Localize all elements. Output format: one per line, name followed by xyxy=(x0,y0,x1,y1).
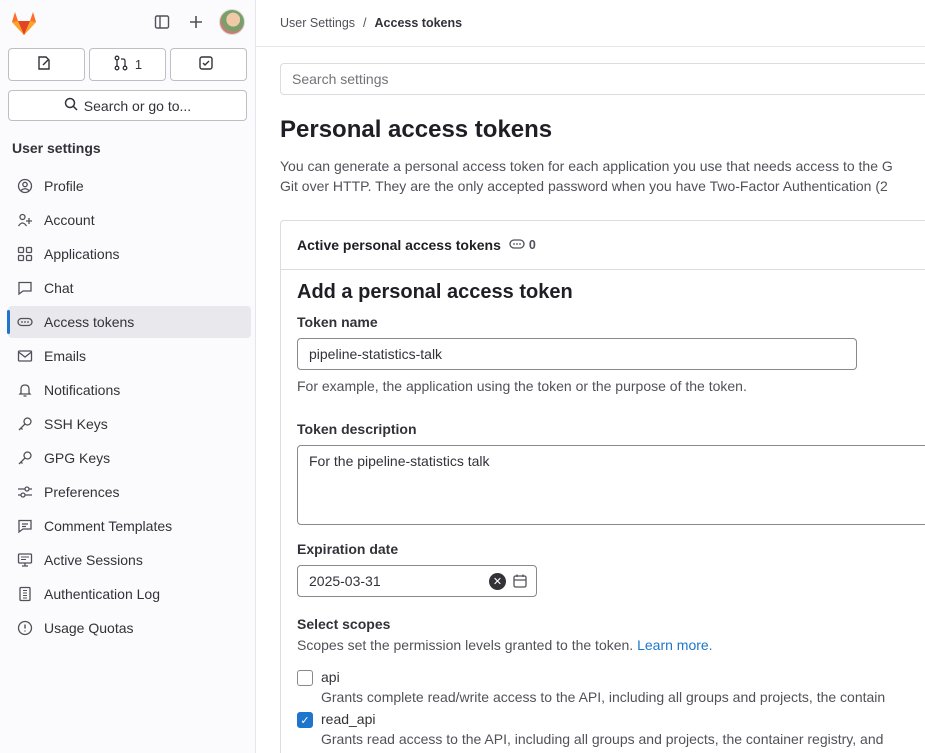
sidebar-item-access-tokens[interactable]: Access tokens xyxy=(7,306,251,338)
scope-read-api-checkbox[interactable]: ✓ xyxy=(297,712,313,728)
issues-icon xyxy=(36,55,52,74)
learn-more-link[interactable]: Learn more. xyxy=(637,637,712,653)
token-name-input[interactable]: pipeline-statistics-talk xyxy=(297,338,857,370)
sidebar-item-emails[interactable]: Emails xyxy=(8,340,251,372)
page-description: You can generate a personal access token… xyxy=(280,158,893,194)
sidebar-item-label: Profile xyxy=(44,178,84,194)
merge-requests-button[interactable]: 1 xyxy=(89,48,166,81)
search-label: Search or go to... xyxy=(83,97,192,114)
scope-name: api xyxy=(321,669,340,685)
sidebar-item-preferences[interactable]: Preferences xyxy=(8,476,251,508)
header-divider xyxy=(256,46,925,47)
chat-icon xyxy=(16,279,34,297)
token-name-help: For example, the application using the t… xyxy=(297,378,747,394)
scope-api[interactable]: api xyxy=(297,669,925,686)
search-icon xyxy=(64,97,78,114)
gitlab-logo-icon[interactable] xyxy=(10,10,38,36)
token-description-label: Token description xyxy=(297,421,417,437)
search-or-go-button[interactable]: Search or go to... xyxy=(8,90,247,121)
scopes-help: Scopes set the permission levels granted… xyxy=(297,637,713,653)
token-count-badge: 0 xyxy=(509,238,536,253)
sidebar-topbar xyxy=(8,8,247,38)
main-content: User Settings / Access tokens Search set… xyxy=(256,0,925,753)
scope-name: read_api xyxy=(321,711,376,727)
sidebar-item-label: Authentication Log xyxy=(44,586,160,602)
sidebar: 1 Search or go to... User settings Profi… xyxy=(0,0,256,753)
expiration-date-input[interactable]: 2025-03-31 ✕ xyxy=(297,565,537,597)
merge-request-icon xyxy=(113,55,129,74)
sidebar-item-gpg-keys[interactable]: GPG Keys xyxy=(8,442,251,474)
account-icon xyxy=(16,211,34,229)
quick-actions: 1 xyxy=(8,48,247,81)
expiration-date-value: 2025-03-31 xyxy=(309,573,381,589)
applications-icon xyxy=(16,245,34,263)
page-title: Personal access tokens xyxy=(280,116,553,143)
tokens-card: Active personal access tokens 0 Add a pe… xyxy=(280,220,925,753)
token-count: 0 xyxy=(528,238,536,252)
sidebar-item-profile[interactable]: Profile xyxy=(8,170,251,202)
scope-description: Grants read access to the API, including… xyxy=(321,731,884,747)
issues-button[interactable] xyxy=(8,48,85,81)
breadcrumb-separator: / xyxy=(363,16,367,30)
sidebar-toggle-icon[interactable] xyxy=(151,9,173,35)
avatar[interactable] xyxy=(219,9,245,35)
token-description-textarea[interactable]: For the pipeline-statistics talk xyxy=(297,445,925,525)
form-heading: Add a personal access token xyxy=(297,281,573,303)
breadcrumb: User Settings / Access tokens xyxy=(280,16,462,30)
sidebar-item-label: Usage Quotas xyxy=(44,620,134,636)
sidebar-item-chat[interactable]: Chat xyxy=(8,272,251,304)
quota-icon xyxy=(16,619,34,637)
plus-icon[interactable] xyxy=(185,9,207,35)
key-icon xyxy=(16,449,34,467)
merge-request-count: 1 xyxy=(134,57,143,72)
sidebar-nav: Profile Account Applications Chat Access… xyxy=(7,170,251,646)
bell-icon xyxy=(16,381,34,399)
sidebar-item-label: Chat xyxy=(44,280,74,296)
expiration-date-label: Expiration date xyxy=(297,541,399,557)
card-header: Active personal access tokens 0 xyxy=(281,221,925,270)
scope-read-api[interactable]: ✓ read_api xyxy=(297,711,925,728)
sidebar-item-label: Applications xyxy=(44,246,120,262)
card-title: Active personal access tokens xyxy=(297,237,501,253)
sidebar-item-comment-templates[interactable]: Comment Templates xyxy=(8,510,251,542)
select-scopes-label: Select scopes xyxy=(297,616,391,632)
key-icon xyxy=(16,415,34,433)
sidebar-item-label: GPG Keys xyxy=(44,450,111,466)
token-name-label: Token name xyxy=(297,314,378,330)
sidebar-item-authentication-log[interactable]: Authentication Log xyxy=(8,578,251,610)
sidebar-item-label: Account xyxy=(44,212,95,228)
sidebar-item-account[interactable]: Account xyxy=(8,204,251,236)
breadcrumb-current[interactable]: Access tokens xyxy=(375,16,463,30)
sidebar-item-usage-quotas[interactable]: Usage Quotas xyxy=(8,612,251,644)
search-settings-input[interactable]: Search settings xyxy=(280,63,925,95)
comment-icon xyxy=(16,517,34,535)
sidebar-item-label: Notifications xyxy=(44,382,121,398)
calendar-icon[interactable] xyxy=(512,573,528,589)
sidebar-item-notifications[interactable]: Notifications xyxy=(8,374,251,406)
log-icon xyxy=(16,585,34,603)
sidebar-item-label: Access tokens xyxy=(44,314,135,330)
token-icon xyxy=(16,313,34,331)
sidebar-item-label: Preferences xyxy=(44,484,120,500)
sidebar-item-applications[interactable]: Applications xyxy=(8,238,251,270)
sidebar-item-label: Emails xyxy=(44,348,87,364)
profile-icon xyxy=(16,177,34,195)
token-icon xyxy=(509,238,525,253)
monitor-icon xyxy=(16,551,34,569)
sidebar-heading: User settings xyxy=(12,140,101,156)
sidebar-item-active-sessions[interactable]: Active Sessions xyxy=(8,544,251,576)
sidebar-item-label: SSH Keys xyxy=(44,416,108,432)
scope-description: Grants complete read/write access to the… xyxy=(321,689,886,705)
sidebar-item-label: Comment Templates xyxy=(44,518,173,534)
breadcrumb-parent[interactable]: User Settings xyxy=(280,16,355,30)
todo-button[interactable] xyxy=(170,48,247,81)
add-token-form: Add a personal access token Token name p… xyxy=(297,281,925,747)
sidebar-item-ssh-keys[interactable]: SSH Keys xyxy=(8,408,251,440)
scope-api-checkbox[interactable] xyxy=(297,670,313,686)
clear-icon[interactable]: ✕ xyxy=(489,573,506,590)
mail-icon xyxy=(16,347,34,365)
sidebar-item-label: Active Sessions xyxy=(44,552,143,568)
todo-icon xyxy=(198,55,214,74)
preferences-icon xyxy=(16,483,34,501)
